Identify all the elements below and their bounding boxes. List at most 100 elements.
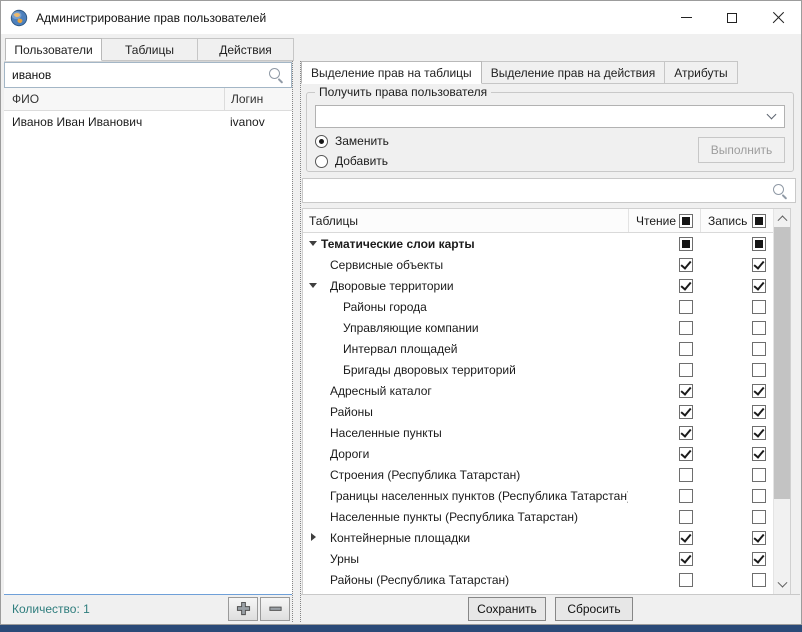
tree-row[interactable]: Управляющие компании bbox=[303, 317, 773, 338]
write-checkbox[interactable] bbox=[752, 405, 766, 419]
read-checkbox[interactable] bbox=[679, 279, 693, 293]
read-checkbox[interactable] bbox=[679, 405, 693, 419]
expander-icon[interactable] bbox=[308, 590, 320, 594]
read-checkbox[interactable] bbox=[679, 321, 693, 335]
write-checkbox[interactable] bbox=[752, 237, 766, 251]
expander-icon[interactable] bbox=[308, 296, 320, 317]
read-checkbox[interactable] bbox=[679, 468, 693, 482]
write-checkbox[interactable] bbox=[752, 573, 766, 587]
user-row[interactable]: Иванов Иван Иванович ivanov bbox=[4, 111, 292, 133]
expander-icon[interactable] bbox=[308, 506, 320, 527]
expander-icon[interactable] bbox=[308, 254, 320, 275]
expander-icon[interactable] bbox=[308, 443, 320, 464]
tree-row[interactable]: Дороги (Республика Татарстан) bbox=[303, 590, 773, 594]
expander-icon[interactable] bbox=[308, 422, 320, 443]
column-login[interactable]: Логин bbox=[224, 88, 292, 110]
write-checkbox[interactable] bbox=[752, 531, 766, 545]
table-search-input[interactable] bbox=[302, 178, 796, 203]
radio-option[interactable]: Добавить bbox=[315, 154, 388, 168]
tree-row[interactable]: Интервал площадей bbox=[303, 338, 773, 359]
tree-row[interactable]: Дороги bbox=[303, 443, 773, 464]
right-tab[interactable]: Выделение прав на действия bbox=[481, 61, 666, 84]
expander-icon[interactable] bbox=[308, 527, 320, 548]
column-write[interactable]: Запись bbox=[700, 209, 773, 232]
panel-splitter[interactable] bbox=[292, 61, 301, 622]
write-checkbox[interactable] bbox=[752, 258, 766, 272]
tree-row[interactable]: Районы bbox=[303, 401, 773, 422]
right-tab[interactable]: Атрибуты bbox=[664, 61, 737, 84]
execute-button[interactable]: Выполнить bbox=[698, 137, 785, 163]
write-checkbox[interactable] bbox=[752, 468, 766, 482]
tree-row[interactable]: Урны bbox=[303, 548, 773, 569]
left-tab[interactable]: Таблицы bbox=[101, 38, 198, 61]
scrollbar-thumb[interactable] bbox=[774, 227, 790, 499]
read-checkbox[interactable] bbox=[679, 489, 693, 503]
expander-icon[interactable] bbox=[308, 569, 320, 590]
close-button[interactable] bbox=[755, 1, 801, 34]
column-fio[interactable]: ФИО bbox=[4, 92, 224, 106]
expander-icon[interactable] bbox=[308, 485, 320, 506]
expander-icon[interactable] bbox=[308, 380, 320, 401]
read-header-checkbox[interactable] bbox=[679, 214, 693, 228]
read-checkbox[interactable] bbox=[679, 384, 693, 398]
scroll-up-button[interactable] bbox=[774, 209, 790, 226]
write-checkbox[interactable] bbox=[752, 594, 766, 595]
read-checkbox[interactable] bbox=[679, 300, 693, 314]
tree-row[interactable]: Населенные пункты (Республика Татарстан) bbox=[303, 506, 773, 527]
read-checkbox[interactable] bbox=[679, 447, 693, 461]
vertical-scrollbar[interactable] bbox=[773, 209, 790, 594]
minimize-button[interactable] bbox=[663, 1, 709, 34]
expander-icon[interactable] bbox=[308, 359, 320, 380]
read-checkbox[interactable] bbox=[679, 573, 693, 587]
reset-button[interactable]: Сбросить bbox=[555, 597, 633, 621]
search-icon[interactable] bbox=[268, 67, 284, 83]
left-tab[interactable]: Действия bbox=[197, 38, 294, 61]
radio-option[interactable]: Заменить bbox=[315, 134, 389, 148]
tree-row[interactable]: Дворовые территории bbox=[303, 275, 773, 296]
column-read[interactable]: Чтение bbox=[628, 209, 700, 232]
expander-icon[interactable] bbox=[308, 548, 320, 569]
expander-icon[interactable] bbox=[308, 401, 320, 422]
read-checkbox[interactable] bbox=[679, 342, 693, 356]
write-header-checkbox[interactable] bbox=[752, 214, 766, 228]
write-checkbox[interactable] bbox=[752, 384, 766, 398]
tree-row[interactable]: Границы населенных пунктов (Республика Т… bbox=[303, 485, 773, 506]
read-checkbox[interactable] bbox=[679, 510, 693, 524]
write-checkbox[interactable] bbox=[752, 363, 766, 377]
left-tab[interactable]: Пользователи bbox=[5, 38, 102, 61]
tree-row[interactable]: Сервисные объекты bbox=[303, 254, 773, 275]
expander-icon[interactable] bbox=[308, 338, 320, 359]
write-checkbox[interactable] bbox=[752, 426, 766, 440]
maximize-button[interactable] bbox=[709, 1, 755, 34]
remove-user-button[interactable] bbox=[260, 597, 290, 621]
add-user-button[interactable] bbox=[228, 597, 258, 621]
expander-icon[interactable] bbox=[308, 464, 320, 485]
tree-row[interactable]: Районы (Республика Татарстан) bbox=[303, 569, 773, 590]
read-checkbox[interactable] bbox=[679, 594, 693, 595]
user-rights-combobox[interactable] bbox=[315, 105, 785, 128]
read-checkbox[interactable] bbox=[679, 258, 693, 272]
write-checkbox[interactable] bbox=[752, 510, 766, 524]
tree-row[interactable]: Тематические слои карты bbox=[303, 233, 773, 254]
expander-icon[interactable] bbox=[308, 317, 320, 338]
save-button[interactable]: Сохранить bbox=[468, 597, 546, 621]
read-checkbox[interactable] bbox=[679, 237, 693, 251]
right-tab[interactable]: Выделение прав на таблицы bbox=[301, 61, 482, 84]
write-checkbox[interactable] bbox=[752, 447, 766, 461]
tree-row[interactable]: Бригады дворовых территорий bbox=[303, 359, 773, 380]
write-checkbox[interactable] bbox=[752, 300, 766, 314]
search-icon[interactable] bbox=[772, 183, 788, 199]
tree-row[interactable]: Контейнерные площадки bbox=[303, 527, 773, 548]
write-checkbox[interactable] bbox=[752, 489, 766, 503]
write-checkbox[interactable] bbox=[752, 342, 766, 356]
column-tables[interactable]: Таблицы bbox=[303, 214, 628, 228]
tree-row[interactable]: Строения (Республика Татарстан) bbox=[303, 464, 773, 485]
write-checkbox[interactable] bbox=[752, 552, 766, 566]
read-checkbox[interactable] bbox=[679, 363, 693, 377]
tree-row[interactable]: Районы города bbox=[303, 296, 773, 317]
write-checkbox[interactable] bbox=[752, 279, 766, 293]
read-checkbox[interactable] bbox=[679, 531, 693, 545]
read-checkbox[interactable] bbox=[679, 552, 693, 566]
expander-icon[interactable] bbox=[308, 275, 320, 296]
write-checkbox[interactable] bbox=[752, 321, 766, 335]
